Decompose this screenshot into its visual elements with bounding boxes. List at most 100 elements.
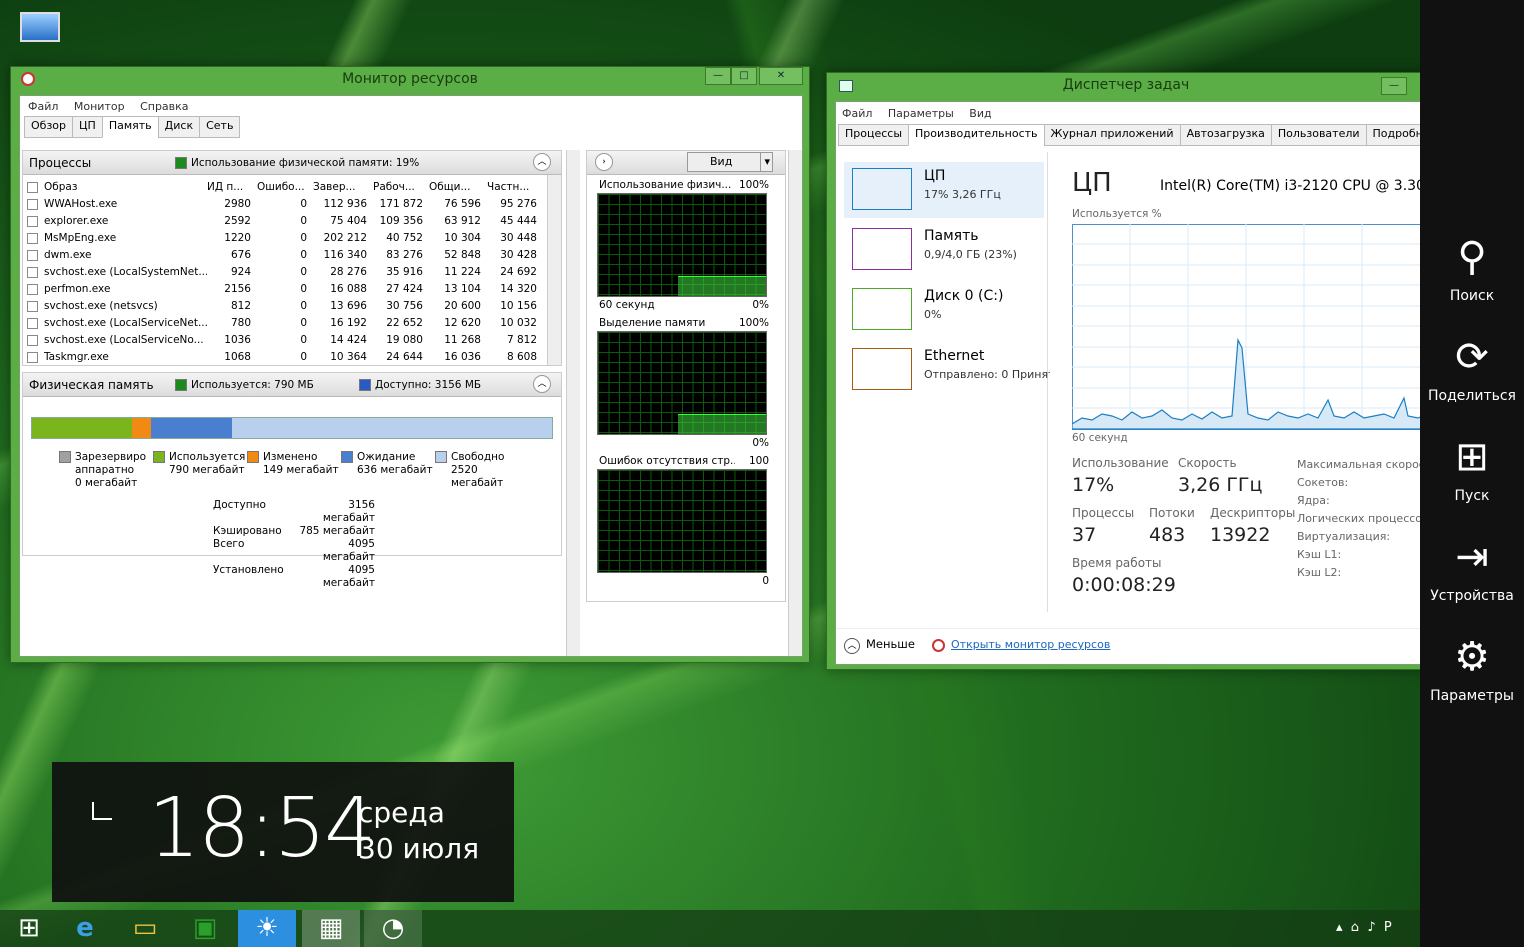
minimize-button[interactable]: — — [705, 67, 731, 85]
process-checkbox[interactable] — [27, 300, 38, 312]
resmon-button[interactable]: ◔ — [364, 910, 422, 947]
weather-button[interactable]: ☀ — [238, 910, 296, 947]
tab-app-history[interactable]: Журнал приложений — [1043, 124, 1181, 146]
process-checkbox[interactable] — [27, 198, 38, 210]
close-button[interactable]: ✕ — [759, 67, 803, 85]
menu-monitor[interactable]: Монитор — [74, 100, 125, 113]
title-bar[interactable]: Диспетчер задач — — [827, 73, 1425, 101]
process-value-cell[interactable]: 812 — [207, 298, 257, 315]
minimize-button[interactable]: — — [1381, 77, 1407, 95]
processes-header[interactable]: Процессы Использование физической памяти… — [23, 151, 561, 175]
process-value-cell[interactable]: 0 — [257, 349, 313, 363]
fewer-details-button[interactable]: ︿ Меньше — [844, 637, 915, 654]
tab-processes[interactable]: Процессы — [838, 124, 910, 146]
charm-start[interactable]: ⊞ Пуск — [1420, 432, 1524, 504]
tab-network[interactable]: Сеть — [199, 116, 241, 138]
process-value-cell[interactable]: 27 424 — [373, 281, 429, 298]
process-value-cell[interactable]: 2980 — [207, 196, 257, 213]
column-working[interactable]: Рабоч... — [373, 179, 429, 196]
charm-search[interactable]: ⚲ Поиск — [1420, 232, 1524, 304]
menu-view[interactable]: Вид — [969, 107, 991, 120]
process-value-cell[interactable]: 10 032 — [487, 315, 543, 332]
process-value-cell[interactable]: 45 444 — [487, 213, 543, 230]
process-value-cell[interactable]: 7 812 — [487, 332, 543, 349]
process-value-cell[interactable]: 20 600 — [429, 298, 487, 315]
process-value-cell[interactable]: 63 912 — [429, 213, 487, 230]
process-checkbox[interactable] — [27, 334, 38, 346]
open-resmon-link[interactable]: Открыть монитор ресурсов — [932, 638, 1110, 652]
graphs-scrollbar[interactable] — [788, 150, 802, 656]
process-value-cell[interactable]: 30 448 — [487, 230, 543, 247]
process-value-cell[interactable]: 16 192 — [313, 315, 373, 332]
process-checkbox[interactable] — [27, 351, 38, 363]
process-value-cell[interactable]: 14 320 — [487, 281, 543, 298]
process-name-cell[interactable]: dwm.exe — [27, 247, 207, 264]
process-value-cell[interactable]: 0 — [257, 332, 313, 349]
process-value-cell[interactable]: 0 — [257, 315, 313, 332]
menu-file[interactable]: Файл — [842, 107, 872, 120]
sidebar-item-disk[interactable]: Диск 0 (C:) 0% — [844, 282, 1044, 338]
process-checkbox[interactable] — [27, 232, 38, 244]
process-checkbox[interactable] — [27, 249, 38, 261]
sidebar-item-memory[interactable]: Память 0,9/4,0 ГБ (23%) — [844, 222, 1044, 278]
process-value-cell[interactable]: 1220 — [207, 230, 257, 247]
process-value-cell[interactable]: 0 — [257, 298, 313, 315]
process-value-cell[interactable]: 75 404 — [313, 213, 373, 230]
process-value-cell[interactable]: 10 156 — [487, 298, 543, 315]
process-value-cell[interactable]: 10 364 — [313, 349, 373, 363]
process-value-cell[interactable]: 1068 — [207, 349, 257, 363]
process-value-cell[interactable]: 16 088 — [313, 281, 373, 298]
collapse-icon[interactable]: ︿ — [533, 375, 551, 393]
process-value-cell[interactable]: 28 276 — [313, 264, 373, 281]
process-value-cell[interactable]: 8 608 — [487, 349, 543, 363]
tab-users[interactable]: Пользователи — [1270, 124, 1367, 146]
process-value-cell[interactable]: 14 424 — [313, 332, 373, 349]
title-bar[interactable]: Монитор ресурсов — □ ✕ — [11, 67, 809, 95]
process-value-cell[interactable]: 11 224 — [429, 264, 487, 281]
store-button[interactable]: ▣ — [176, 910, 234, 947]
process-checkbox[interactable] — [27, 317, 38, 329]
process-checkbox[interactable] — [27, 283, 38, 295]
process-name-cell[interactable]: svchost.exe (netsvcs) — [27, 298, 207, 315]
desktop-computer-icon[interactable] — [16, 8, 66, 58]
column-faults[interactable]: Ошибо... — [257, 179, 313, 196]
process-value-cell[interactable]: 83 276 — [373, 247, 429, 264]
tab-memory[interactable]: Память — [101, 116, 159, 138]
process-name-cell[interactable]: WWAHost.exe — [27, 196, 207, 213]
process-value-cell[interactable]: 13 696 — [313, 298, 373, 315]
process-value-cell[interactable]: 109 356 — [373, 213, 429, 230]
process-value-cell[interactable]: 40 752 — [373, 230, 429, 247]
process-value-cell[interactable]: 0 — [257, 196, 313, 213]
column-private[interactable]: Частн... — [487, 179, 543, 196]
process-value-cell[interactable]: 30 756 — [373, 298, 429, 315]
tab-performance[interactable]: Производительность — [908, 124, 1045, 146]
process-value-cell[interactable]: 0 — [257, 230, 313, 247]
process-value-cell[interactable]: 202 212 — [313, 230, 373, 247]
process-value-cell[interactable]: 19 080 — [373, 332, 429, 349]
process-value-cell[interactable]: 0 — [257, 281, 313, 298]
process-value-cell[interactable]: 24 644 — [373, 349, 429, 363]
column-pid[interactable]: ИД п... — [207, 179, 257, 196]
volume-icon[interactable]: ♪ — [1367, 920, 1375, 935]
process-name-cell[interactable]: svchost.exe (LocalServiceNo... — [27, 332, 207, 349]
tab-startup[interactable]: Автозагрузка — [1179, 124, 1272, 146]
process-value-cell[interactable]: 2156 — [207, 281, 257, 298]
process-name-cell[interactable]: svchost.exe (LocalSystemNet... — [27, 264, 207, 281]
process-checkbox[interactable] — [27, 215, 38, 227]
process-value-cell[interactable]: 0 — [257, 264, 313, 281]
charm-devices[interactable]: ⇥ Устройства — [1420, 532, 1524, 604]
sidebar-item-ethernet[interactable]: Ethernet Отправлено: 0 Принят — [844, 342, 1050, 398]
process-name-cell[interactable]: Taskmgr.exe — [27, 349, 207, 363]
process-value-cell[interactable]: 11 268 — [429, 332, 487, 349]
maximize-button[interactable]: □ — [731, 67, 757, 85]
process-value-cell[interactable]: 10 304 — [429, 230, 487, 247]
explorer-button[interactable]: ▭ — [116, 910, 174, 947]
process-name-cell[interactable]: MsMpEng.exe — [27, 230, 207, 247]
ie-button[interactable]: e — [56, 910, 114, 947]
collapse-icon[interactable]: ︿ — [533, 153, 551, 171]
process-value-cell[interactable]: 924 — [207, 264, 257, 281]
process-value-cell[interactable]: 22 652 — [373, 315, 429, 332]
menu-help[interactable]: Справка — [140, 100, 188, 113]
column-image[interactable]: Образ — [27, 179, 207, 196]
process-value-cell[interactable]: 0 — [257, 247, 313, 264]
